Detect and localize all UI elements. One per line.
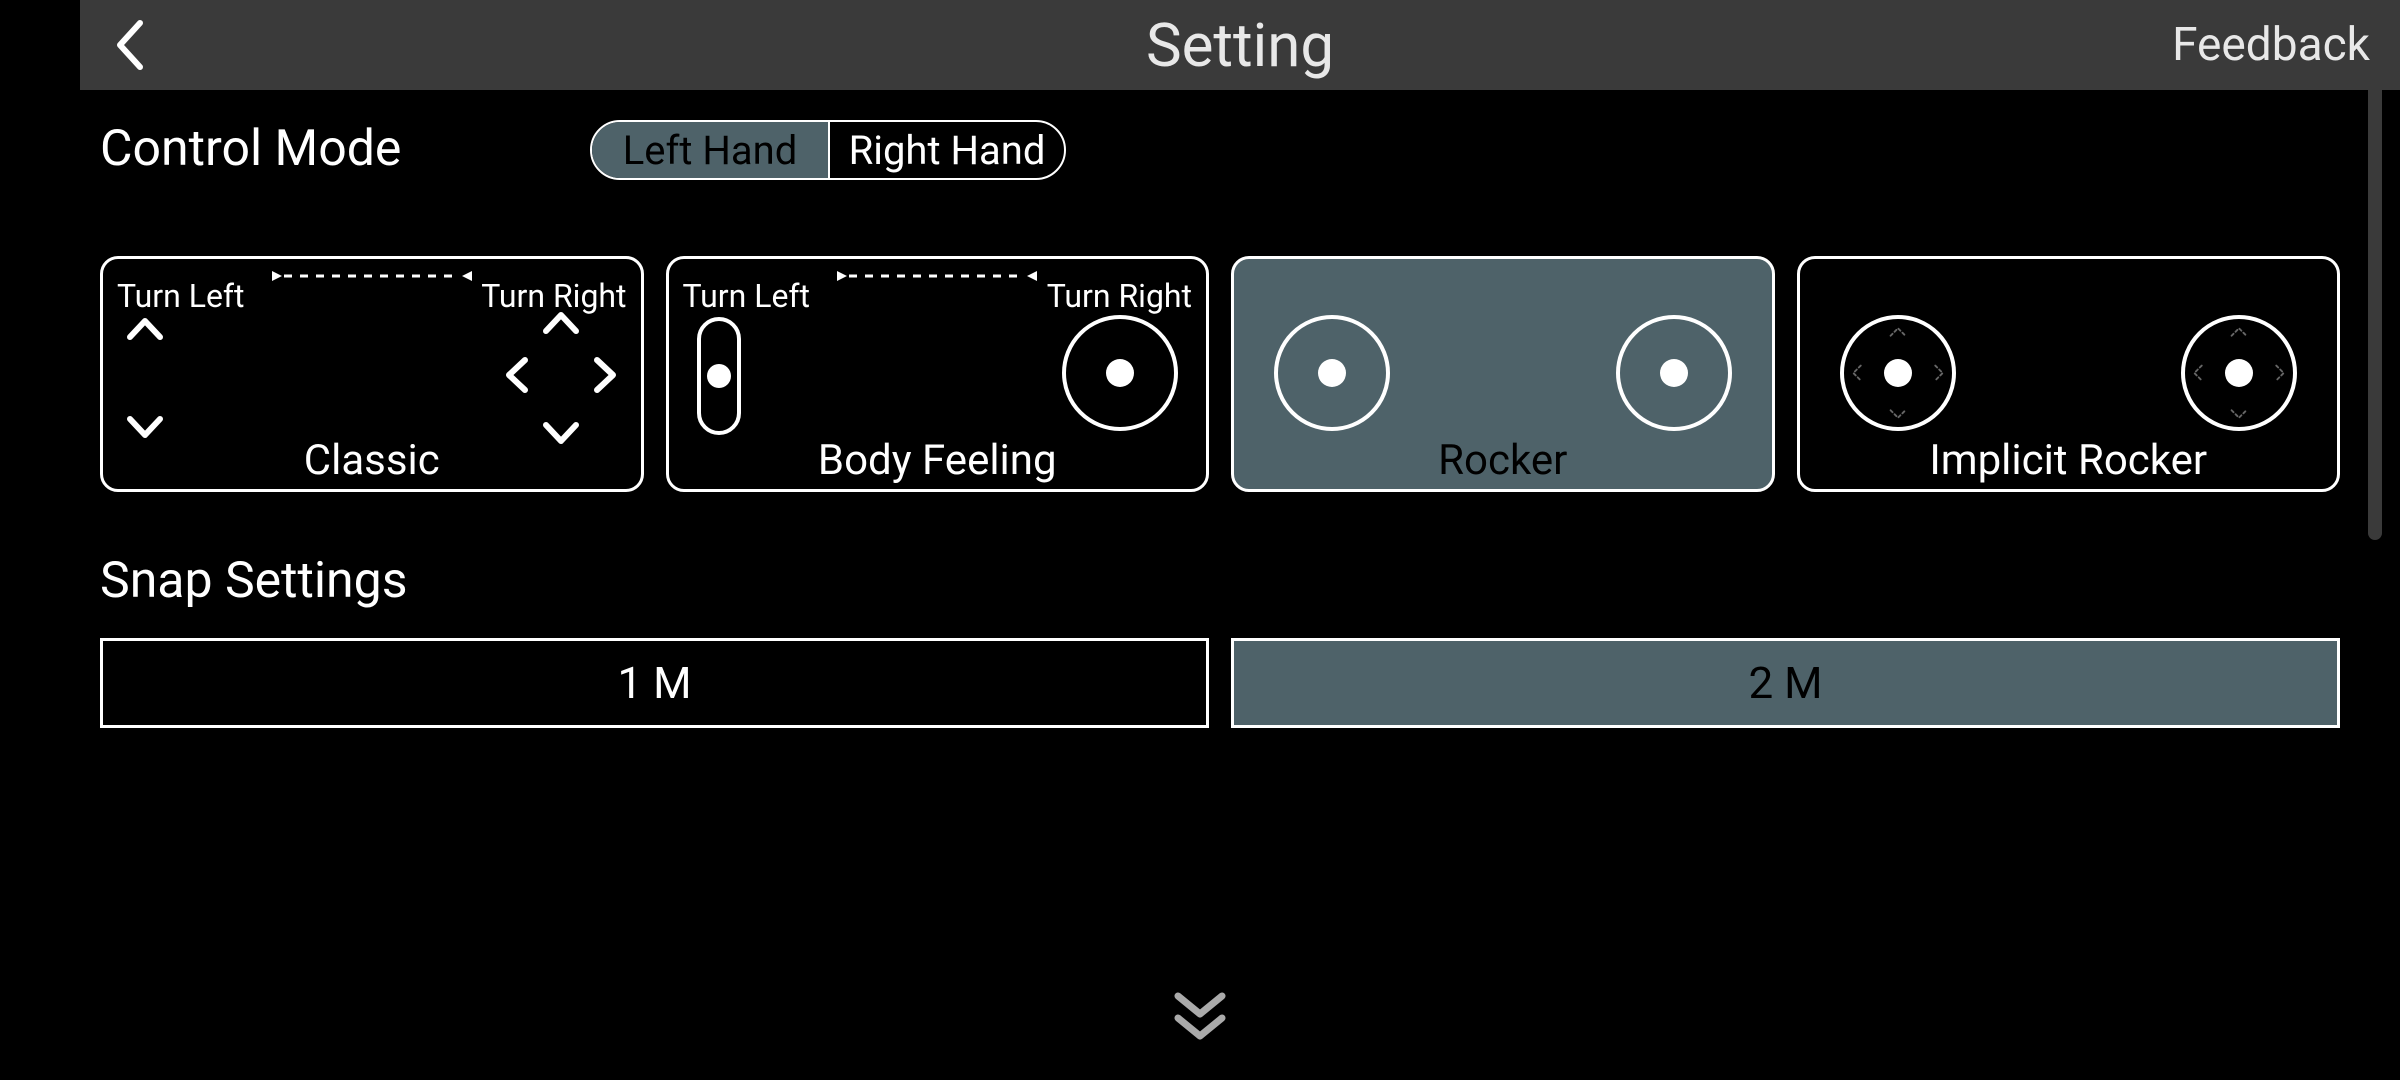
snap-option-2m[interactable]: 2 M: [1231, 638, 2340, 728]
dpad-icon: [501, 315, 621, 441]
mode-card-implicit-rocker[interactable]: Implicit Rocker: [1797, 256, 2341, 492]
turn-right-label: Turn Right: [1047, 277, 1192, 315]
page-title: Setting: [1146, 10, 1334, 81]
hand-option-right[interactable]: Right Hand: [828, 122, 1064, 178]
mode-label: Rocker: [1234, 436, 1772, 485]
vertical-slider-icon: [697, 317, 741, 435]
scrollbar[interactable]: [2368, 80, 2382, 540]
joystick-icon: [1062, 315, 1178, 431]
mode-card-rocker[interactable]: Rocker: [1231, 256, 1775, 492]
joystick-icon: [1616, 315, 1732, 431]
header-bar: Setting Feedback: [80, 0, 2400, 90]
mode-card-body-feeling[interactable]: Turn Left Turn Right Body Feeling: [666, 256, 1210, 492]
mode-label: Classic: [103, 436, 641, 485]
snap-option-1m[interactable]: 1 M: [100, 638, 1209, 728]
faint-dpad-icon: [2185, 319, 2293, 427]
joystick-icon: [2181, 315, 2297, 431]
hand-option-left[interactable]: Left Hand: [592, 122, 828, 178]
snap-options-row: 1 M 2 M: [100, 638, 2340, 728]
snap-settings-label: Snap Settings: [100, 552, 2340, 610]
control-mode-cards: Turn Left Turn Right Classic: [100, 256, 2340, 492]
control-mode-section: Control Mode Left Hand Right Hand Turn L…: [100, 120, 2340, 492]
hand-toggle: Left Hand Right Hand: [590, 120, 1066, 180]
control-mode-label: Control Mode: [100, 120, 2340, 178]
chevron-up-icon: [125, 315, 165, 345]
turn-left-label: Turn Left: [117, 277, 245, 315]
double-chevron-down-icon: [1170, 990, 1230, 1048]
joystick-icon: [1840, 315, 1956, 431]
classic-icons: [113, 315, 631, 441]
scroll-down-indicator[interactable]: [780, 990, 1620, 1052]
chevron-left-icon: [110, 17, 150, 73]
snap-settings-section: Snap Settings 1 M 2 M: [100, 552, 2340, 728]
faint-dpad-icon: [1844, 319, 1952, 427]
joystick-icon: [1274, 315, 1390, 431]
mode-label: Body Feeling: [669, 436, 1207, 485]
left-gutter: [0, 0, 80, 1080]
feedback-button[interactable]: Feedback: [2172, 18, 2370, 72]
back-button[interactable]: [80, 0, 180, 90]
mode-card-classic[interactable]: Turn Left Turn Right Classic: [100, 256, 644, 492]
mode-label: Implicit Rocker: [1800, 436, 2338, 485]
turn-left-label: Turn Left: [683, 277, 811, 315]
